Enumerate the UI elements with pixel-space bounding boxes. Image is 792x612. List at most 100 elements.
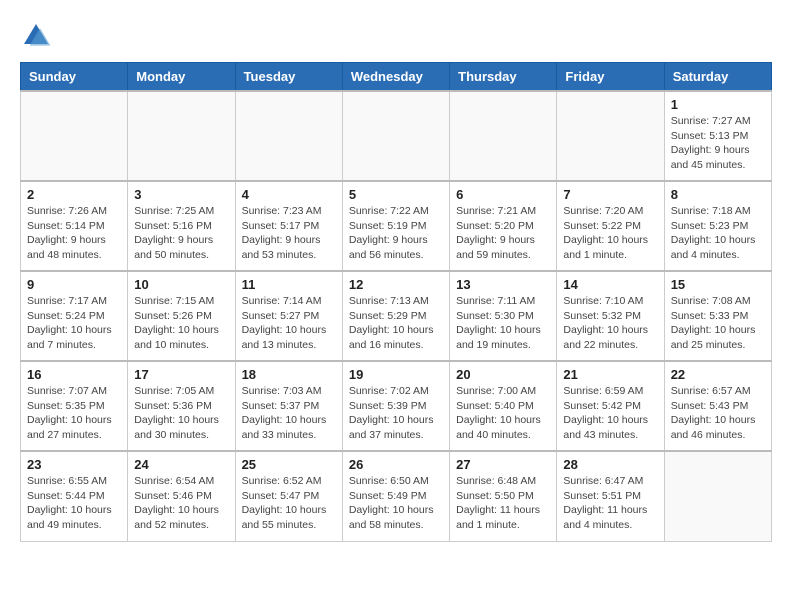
week-row-4: 16 Sunrise: 7:07 AM Sunset: 5:35 PM Dayli… xyxy=(21,361,772,451)
calendar-cell: 14Sunrise: 7:10 AM Sunset: 5:32 PM Dayli… xyxy=(557,271,664,361)
day-number: 24 xyxy=(134,457,228,472)
day-number: 9 xyxy=(27,277,121,292)
calendar-cell: 17 Sunrise: 7:05 AM Sunset: 5:36 PM Dayli… xyxy=(128,361,235,451)
calendar-cell xyxy=(128,91,235,181)
calendar-cell: 25 Sunrise: 6:52 AM Sunset: 5:47 PM Dayli… xyxy=(235,451,342,541)
day-info: Sunrise: 7:11 AM Sunset: 5:30 PM Dayligh… xyxy=(456,294,550,353)
calendar-cell: 13 Sunrise: 7:11 AM Sunset: 5:30 PM Dayli… xyxy=(450,271,557,361)
calendar-body: 1 Sunrise: 7:27 AM Sunset: 5:13 PM Daylig… xyxy=(21,91,772,541)
day-number: 10 xyxy=(134,277,228,292)
page-header xyxy=(20,20,772,52)
calendar-cell xyxy=(342,91,449,181)
day-info: Sunrise: 7:00 AM Sunset: 5:40 PM Dayligh… xyxy=(456,384,550,443)
day-info: Sunrise: 7:13 AM Sunset: 5:29 PM Dayligh… xyxy=(349,294,443,353)
day-number: 20 xyxy=(456,367,550,382)
day-info: Sunrise: 7:23 AM Sunset: 5:17 PM Dayligh… xyxy=(242,204,336,263)
calendar-header: SundayMondayTuesdayWednesdayThursdayFrid… xyxy=(21,63,772,92)
day-info: Sunrise: 7:25 AM Sunset: 5:16 PM Dayligh… xyxy=(134,204,228,263)
calendar-cell: 23 Sunrise: 6:55 AM Sunset: 5:44 PM Dayli… xyxy=(21,451,128,541)
day-number: 11 xyxy=(242,277,336,292)
day-info: Sunrise: 7:22 AM Sunset: 5:19 PM Dayligh… xyxy=(349,204,443,263)
day-number: 2 xyxy=(27,187,121,202)
day-info: Sunrise: 7:02 AM Sunset: 5:39 PM Dayligh… xyxy=(349,384,443,443)
day-number: 23 xyxy=(27,457,121,472)
day-number: 7 xyxy=(563,187,657,202)
weekday-header-friday: Friday xyxy=(557,63,664,92)
day-number: 22 xyxy=(671,367,765,382)
day-info: Sunrise: 7:15 AM Sunset: 5:26 PM Dayligh… xyxy=(134,294,228,353)
day-info: Sunrise: 7:26 AM Sunset: 5:14 PM Dayligh… xyxy=(27,204,121,263)
day-number: 3 xyxy=(134,187,228,202)
day-number: 4 xyxy=(242,187,336,202)
calendar-cell: 19 Sunrise: 7:02 AM Sunset: 5:39 PM Dayli… xyxy=(342,361,449,451)
calendar-cell: 20 Sunrise: 7:00 AM Sunset: 5:40 PM Dayli… xyxy=(450,361,557,451)
calendar-cell: 2 Sunrise: 7:26 AM Sunset: 5:14 PM Daylig… xyxy=(21,181,128,271)
calendar-cell: 1 Sunrise: 7:27 AM Sunset: 5:13 PM Daylig… xyxy=(664,91,771,181)
day-number: 5 xyxy=(349,187,443,202)
calendar-cell: 24 Sunrise: 6:54 AM Sunset: 5:46 PM Dayli… xyxy=(128,451,235,541)
day-number: 19 xyxy=(349,367,443,382)
day-number: 12 xyxy=(349,277,443,292)
calendar-cell xyxy=(664,451,771,541)
weekday-header-sunday: Sunday xyxy=(21,63,128,92)
calendar-cell: 27 Sunrise: 6:48 AM Sunset: 5:50 PM Dayli… xyxy=(450,451,557,541)
week-row-3: 9 Sunrise: 7:17 AM Sunset: 5:24 PM Daylig… xyxy=(21,271,772,361)
weekday-header-wednesday: Wednesday xyxy=(342,63,449,92)
calendar-cell xyxy=(450,91,557,181)
day-number: 28 xyxy=(563,457,657,472)
weekday-header-tuesday: Tuesday xyxy=(235,63,342,92)
calendar-table: SundayMondayTuesdayWednesdayThursdayFrid… xyxy=(20,62,772,542)
week-row-2: 2 Sunrise: 7:26 AM Sunset: 5:14 PM Daylig… xyxy=(21,181,772,271)
day-number: 26 xyxy=(349,457,443,472)
logo-icon xyxy=(20,20,52,52)
calendar-cell: 16 Sunrise: 7:07 AM Sunset: 5:35 PM Dayli… xyxy=(21,361,128,451)
day-info: Sunrise: 6:57 AM Sunset: 5:43 PM Dayligh… xyxy=(671,384,765,443)
week-row-5: 23 Sunrise: 6:55 AM Sunset: 5:44 PM Dayli… xyxy=(21,451,772,541)
calendar-cell: 15Sunrise: 7:08 AM Sunset: 5:33 PM Dayli… xyxy=(664,271,771,361)
day-number: 13 xyxy=(456,277,550,292)
day-info: Sunrise: 6:48 AM Sunset: 5:50 PM Dayligh… xyxy=(456,474,550,533)
calendar-cell: 22 Sunrise: 6:57 AM Sunset: 5:43 PM Dayli… xyxy=(664,361,771,451)
day-info: Sunrise: 7:20 AM Sunset: 5:22 PM Dayligh… xyxy=(563,204,657,263)
day-number: 1 xyxy=(671,97,765,112)
weekday-header-row: SundayMondayTuesdayWednesdayThursdayFrid… xyxy=(21,63,772,92)
day-info: Sunrise: 7:18 AM Sunset: 5:23 PM Dayligh… xyxy=(671,204,765,263)
weekday-header-thursday: Thursday xyxy=(450,63,557,92)
calendar-cell: 26 Sunrise: 6:50 AM Sunset: 5:49 PM Dayli… xyxy=(342,451,449,541)
calendar-cell: 9 Sunrise: 7:17 AM Sunset: 5:24 PM Daylig… xyxy=(21,271,128,361)
day-number: 14 xyxy=(563,277,657,292)
calendar-cell xyxy=(21,91,128,181)
calendar-cell: 3 Sunrise: 7:25 AM Sunset: 5:16 PM Daylig… xyxy=(128,181,235,271)
day-info: Sunrise: 7:05 AM Sunset: 5:36 PM Dayligh… xyxy=(134,384,228,443)
logo xyxy=(20,20,56,52)
day-info: Sunrise: 6:52 AM Sunset: 5:47 PM Dayligh… xyxy=(242,474,336,533)
day-info: Sunrise: 6:50 AM Sunset: 5:49 PM Dayligh… xyxy=(349,474,443,533)
day-info: Sunrise: 7:21 AM Sunset: 5:20 PM Dayligh… xyxy=(456,204,550,263)
day-info: Sunrise: 7:27 AM Sunset: 5:13 PM Dayligh… xyxy=(671,114,765,173)
day-number: 18 xyxy=(242,367,336,382)
calendar-cell: 5 Sunrise: 7:22 AM Sunset: 5:19 PM Daylig… xyxy=(342,181,449,271)
calendar-cell: 11 Sunrise: 7:14 AM Sunset: 5:27 PM Dayli… xyxy=(235,271,342,361)
day-number: 16 xyxy=(27,367,121,382)
day-number: 25 xyxy=(242,457,336,472)
day-info: Sunrise: 6:54 AM Sunset: 5:46 PM Dayligh… xyxy=(134,474,228,533)
day-info: Sunrise: 7:14 AM Sunset: 5:27 PM Dayligh… xyxy=(242,294,336,353)
calendar-cell xyxy=(235,91,342,181)
calendar-cell: 7 Sunrise: 7:20 AM Sunset: 5:22 PM Daylig… xyxy=(557,181,664,271)
calendar-cell: 28 Sunrise: 6:47 AM Sunset: 5:51 PM Dayli… xyxy=(557,451,664,541)
day-number: 17 xyxy=(134,367,228,382)
calendar-cell: 4 Sunrise: 7:23 AM Sunset: 5:17 PM Daylig… xyxy=(235,181,342,271)
day-number: 27 xyxy=(456,457,550,472)
calendar-cell: 10 Sunrise: 7:15 AM Sunset: 5:26 PM Dayli… xyxy=(128,271,235,361)
calendar-cell: 8Sunrise: 7:18 AM Sunset: 5:23 PM Daylig… xyxy=(664,181,771,271)
calendar-cell: 6 Sunrise: 7:21 AM Sunset: 5:20 PM Daylig… xyxy=(450,181,557,271)
day-number: 6 xyxy=(456,187,550,202)
calendar-cell: 12 Sunrise: 7:13 AM Sunset: 5:29 PM Dayli… xyxy=(342,271,449,361)
day-info: Sunrise: 7:17 AM Sunset: 5:24 PM Dayligh… xyxy=(27,294,121,353)
weekday-header-monday: Monday xyxy=(128,63,235,92)
day-info: Sunrise: 6:59 AM Sunset: 5:42 PM Dayligh… xyxy=(563,384,657,443)
day-info: Sunrise: 6:47 AM Sunset: 5:51 PM Dayligh… xyxy=(563,474,657,533)
day-info: Sunrise: 6:55 AM Sunset: 5:44 PM Dayligh… xyxy=(27,474,121,533)
day-info: Sunrise: 7:07 AM Sunset: 5:35 PM Dayligh… xyxy=(27,384,121,443)
calendar-cell: 21Sunrise: 6:59 AM Sunset: 5:42 PM Dayli… xyxy=(557,361,664,451)
